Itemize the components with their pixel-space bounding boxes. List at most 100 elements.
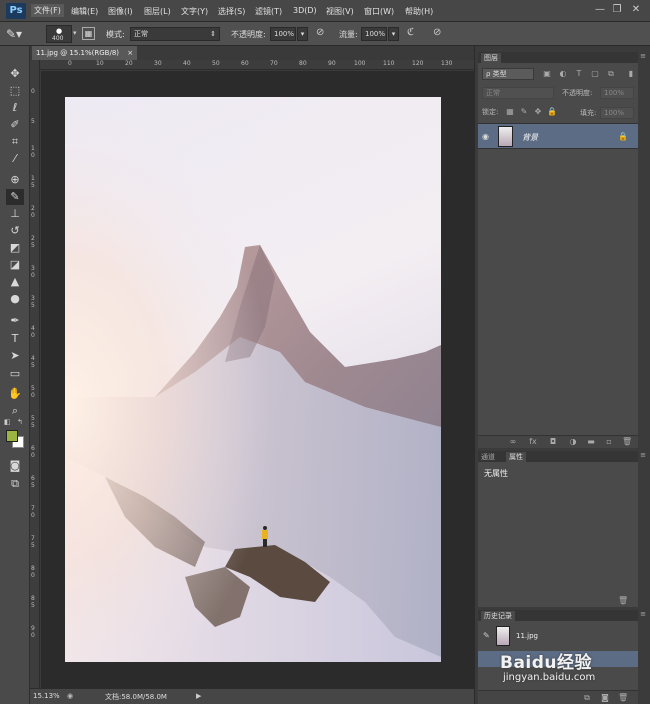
layer-style-icon[interactable]: fx (528, 437, 538, 447)
ruler-tick-label: 1 5 (31, 175, 35, 189)
add-mask-icon[interactable]: ◘ (548, 437, 558, 447)
adjustment-layer-icon[interactable]: ◑ (568, 437, 578, 447)
menu-file[interactable]: 文件(F) (31, 4, 64, 17)
default-colors-icon[interactable]: ◧ (4, 418, 11, 426)
pressure-opacity-icon[interactable]: ⊘ (316, 27, 324, 38)
brush-preset-icon[interactable]: ✎▾ (6, 26, 26, 42)
screen-mode-icon[interactable]: ⧉ (6, 476, 24, 492)
menu-window[interactable]: 窗口(W) (364, 6, 394, 17)
zoom-tool-icon[interactable]: ⌕ (6, 403, 24, 419)
link-layers-icon[interactable]: ∞ (508, 437, 518, 447)
paint-bucket-tool-icon[interactable]: ◪ (6, 257, 24, 273)
layer-row[interactable]: ◉ 背景 🔒 (478, 123, 638, 149)
pressure-size-icon[interactable]: ⊘ (433, 27, 441, 38)
opacity-dropdown[interactable]: ▾ (297, 27, 308, 41)
layer-filter-select[interactable]: ρ 类型 (482, 68, 534, 80)
menu-help[interactable]: 帮助(H) (405, 6, 433, 17)
history-brush-source-icon[interactable]: ✎ (483, 631, 490, 640)
tab-channels[interactable]: 通道 (481, 452, 495, 462)
ruler-tick-label: 100 (354, 60, 366, 67)
tab-properties[interactable]: 属性 (506, 452, 526, 462)
menu-view[interactable]: 视图(V) (326, 6, 354, 17)
panel-menu-icon[interactable]: ≡ (640, 451, 646, 459)
filter-smart-icon[interactable]: ⧉ (606, 69, 616, 79)
close-window-button[interactable]: ✕ (630, 4, 642, 16)
layer-name[interactable]: 背景 (522, 132, 538, 143)
blur-tool-icon[interactable]: ▲ (6, 274, 24, 290)
pen-tool-icon[interactable]: ✒ (6, 313, 24, 329)
eraser-tool-icon[interactable]: ◩ (6, 240, 24, 256)
foreground-color-swatch[interactable] (6, 430, 18, 442)
crop-tool-icon[interactable]: ⌗ (6, 134, 24, 150)
opacity-field[interactable]: 100% (270, 27, 296, 41)
panel-menu-icon[interactable]: ≡ (640, 610, 646, 618)
menu-layer[interactable]: 图层(L) (144, 6, 171, 17)
panel-menu-icon[interactable]: ≡ (640, 52, 646, 60)
swap-colors-icon[interactable]: ↰ (17, 418, 23, 426)
new-document-from-state-icon[interactable]: ⧉ (582, 693, 592, 703)
menu-filter[interactable]: 滤镜(T) (255, 6, 282, 17)
filter-shape-icon[interactable]: ▢ (590, 69, 600, 79)
eyedropper-tool-icon[interactable]: ⁄ (6, 151, 24, 167)
flow-field[interactable]: 100% (361, 27, 387, 41)
healing-tool-icon[interactable]: ⊕ (6, 172, 24, 188)
brush-size-picker[interactable]: ● 400 (46, 25, 72, 43)
eye-icon[interactable]: ◉ (482, 132, 489, 141)
airbrush-icon[interactable]: ℭ (407, 27, 414, 38)
delete-state-icon[interactable]: 🗑 (618, 693, 628, 703)
hand-tool-icon[interactable]: ✋ (6, 386, 24, 402)
new-layer-icon[interactable]: ▫ (604, 437, 614, 447)
mode-select[interactable]: 正常 ⇕ (130, 27, 220, 41)
layer-opacity-field[interactable]: 100% (600, 87, 634, 99)
menu-type[interactable]: 文字(Y) (181, 6, 208, 17)
menu-edit[interactable]: 编辑(E) (71, 6, 98, 17)
marquee-tool-icon[interactable]: ⬚ (6, 83, 24, 99)
status-info-icon[interactable]: ◉ (67, 692, 73, 700)
fill-field[interactable]: 100% (600, 107, 634, 119)
filter-pixel-icon[interactable]: ▣ (542, 69, 552, 79)
filter-type-icon[interactable]: T (574, 69, 584, 79)
lock-position-icon[interactable]: ✥ (533, 107, 543, 117)
lock-pixels-icon[interactable]: ✎ (519, 107, 529, 117)
minimize-button[interactable]: — (594, 4, 606, 16)
tab-layers[interactable]: 图层 (481, 53, 501, 63)
blend-mode-select[interactable]: 正常 (482, 87, 554, 99)
brush-panel-toggle-icon[interactable]: ▦ (82, 27, 95, 40)
lasso-tool-icon[interactable]: ℓ (6, 100, 24, 116)
quick-mask-icon[interactable]: ◙ (6, 458, 24, 474)
type-tool-icon[interactable]: T (6, 331, 24, 347)
document-image[interactable] (65, 97, 441, 662)
tab-history[interactable]: 历史记录 (481, 611, 515, 621)
lock-transparent-icon[interactable]: ▦ (505, 107, 515, 117)
rectangle-tool-icon[interactable]: ▭ (6, 366, 24, 382)
document-tab[interactable]: 11.jpg @ 15.1%(RGB/8) × (32, 46, 138, 60)
path-select-tool-icon[interactable]: ➤ (6, 348, 24, 364)
snapshot-camera-icon[interactable]: ◙ (600, 693, 610, 703)
new-group-icon[interactable]: ▬ (586, 437, 596, 447)
ruler-tick-label: 5 (31, 118, 35, 125)
chevron-down-icon[interactable]: ▾ (73, 29, 77, 37)
close-tab-icon[interactable]: × (127, 49, 133, 57)
zoom-level[interactable]: 15.13% (33, 692, 60, 700)
ruler-tick-label: 2 5 (31, 235, 35, 249)
watermark-url: jingyan.baidu.com (503, 672, 596, 683)
brush-tool-icon[interactable]: ✎ (6, 189, 24, 205)
lock-all-icon[interactable]: 🔒 (547, 107, 557, 117)
filter-toggle-icon[interactable]: ▮ (626, 69, 636, 79)
dodge-tool-icon[interactable]: ● (6, 291, 24, 307)
quick-select-tool-icon[interactable]: ✐ (6, 117, 24, 133)
delete-layer-icon[interactable]: 🗑 (622, 437, 632, 447)
document-tab-title: 11.jpg @ 15.1%(RGB/8) (36, 49, 120, 57)
filter-adjust-icon[interactable]: ◐ (558, 69, 568, 79)
menu-image[interactable]: 图像(I) (108, 6, 133, 17)
status-menu-arrow-icon[interactable]: ▶ (196, 692, 201, 700)
history-brush-tool-icon[interactable]: ↺ (6, 223, 24, 239)
menu-3d[interactable]: 3D(D) (293, 6, 317, 15)
menu-select[interactable]: 选择(S) (218, 6, 245, 17)
move-tool-icon[interactable]: ✥ (6, 66, 24, 82)
history-snapshot[interactable]: ✎ 11.jpg (478, 625, 638, 647)
restore-button[interactable]: ❐ (611, 4, 623, 16)
flow-dropdown[interactable]: ▾ (388, 27, 399, 41)
properties-delete-icon[interactable]: 🗑 (618, 596, 628, 606)
stamp-tool-icon[interactable]: ⊥ (6, 206, 24, 222)
